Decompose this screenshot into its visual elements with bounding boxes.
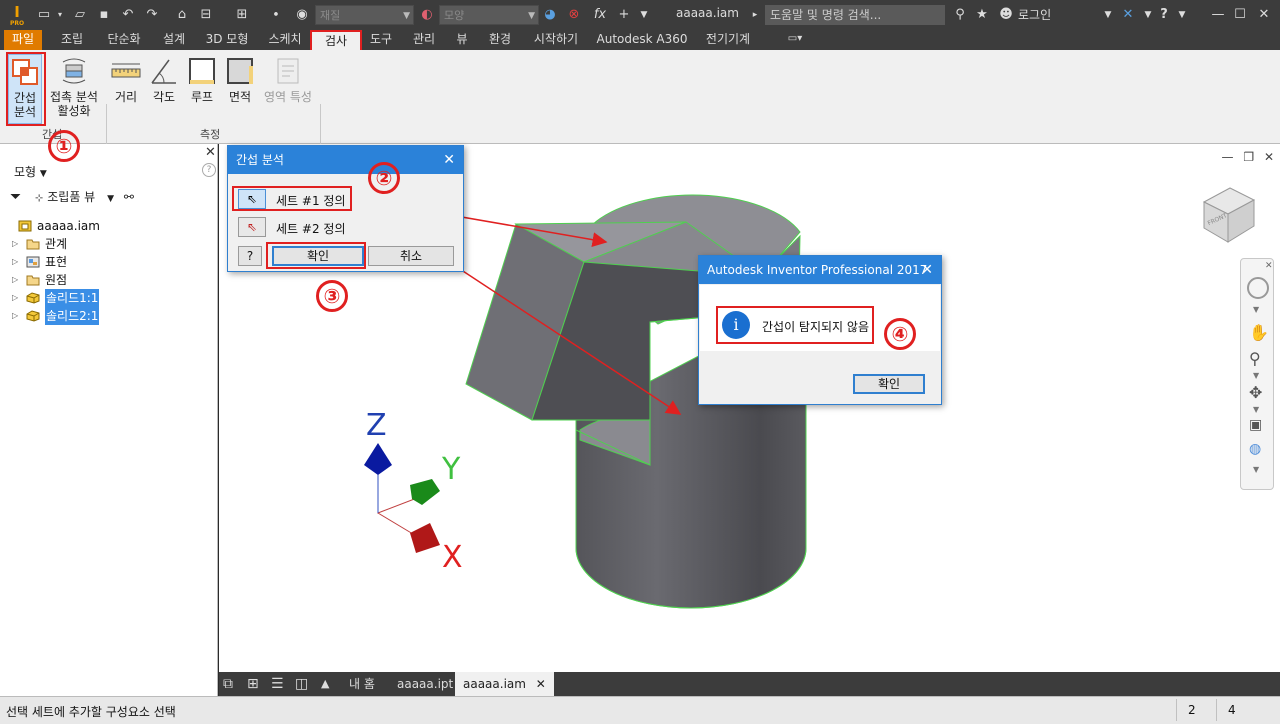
axis-z-label: Z [366, 408, 387, 443]
tile-horizontal-icon[interactable]: ☰ [271, 672, 284, 696]
model-geometry[interactable] [0, 0, 1280, 724]
message-ok-button[interactable]: 확인 [853, 374, 925, 394]
axis-y-label: Y [442, 452, 461, 487]
message-dialog-title: Autodesk Inventor Professional 2017 ✕ [699, 256, 941, 284]
look-at-icon[interactable]: ▣ [1249, 417, 1262, 433]
view-cube[interactable]: FRONT [1196, 182, 1260, 246]
set2-label: 세트 #2 정의 [276, 222, 346, 236]
set2-select-button[interactable]: ⇖ [238, 217, 266, 237]
doc-tab-ipt[interactable]: aaaaa.ipt [397, 672, 453, 696]
orbit-dropdown-icon[interactable]: ▼ [1253, 405, 1259, 414]
status-bar: 선택 세트에 추가할 구성요소 선택 2 4 [0, 696, 1280, 724]
annotation-number-4: ④ [884, 318, 916, 350]
interference-dialog-title: 간섭 분석 ✕ [228, 146, 463, 174]
navigation-bar: ✕ ▼ ✋ ⚲ ▼ ✥ ▼ ▣ ◍ ▼ [1240, 258, 1274, 490]
annotation-box-3 [266, 242, 366, 269]
cascade-icon[interactable]: ⧉ [223, 672, 233, 696]
status-count-1: 2 [1188, 703, 1196, 717]
document-tabs-bar: ⧉ ⊞ ☰ ◫ ▲ 내 홈 aaaaa.ipt aaaaa.iam ✕ [219, 672, 1280, 696]
interference-dialog-close-icon[interactable]: ✕ [443, 146, 455, 174]
annotation-number-3: ③ [316, 280, 348, 312]
status-text: 선택 세트에 추가할 구성요소 선택 [6, 705, 176, 719]
annotation-number-1: ① [48, 130, 80, 162]
zoom-icon[interactable]: ⚲ [1249, 349, 1261, 368]
axis-x-label: X [442, 540, 463, 575]
steering-wheel-dropdown-icon[interactable]: ▼ [1253, 305, 1259, 314]
status-count-2: 4 [1228, 703, 1236, 717]
steering-wheel-icon[interactable] [1247, 277, 1269, 299]
tile-icon[interactable]: ⊞ [247, 672, 259, 696]
orbit-icon[interactable]: ✥ [1249, 383, 1262, 402]
navbar-more-icon[interactable]: ▼ [1253, 465, 1259, 474]
annotation-number-2: ② [368, 162, 400, 194]
tabs-menu-icon[interactable]: ▲ [321, 672, 329, 696]
annotation-box-2 [232, 186, 352, 211]
doc-tab-iam[interactable]: aaaaa.iam ✕ [455, 672, 554, 696]
message-dialog-close-icon[interactable]: ✕ [921, 256, 933, 284]
pan-icon[interactable]: ✋ [1249, 323, 1269, 342]
doc-tab-home[interactable]: 내 홈 [349, 672, 375, 696]
annotation-box-1 [6, 52, 46, 126]
doc-tab-close-icon[interactable]: ✕ [536, 677, 546, 691]
interference-help-button[interactable]: ? [238, 246, 262, 266]
interference-cancel-button[interactable]: 취소 [368, 246, 454, 266]
cursor-arrow-red-icon: ⇖ [246, 220, 258, 234]
appearance-mode-icon[interactable]: ◍ [1249, 441, 1261, 457]
tile-vertical-icon[interactable]: ◫ [295, 672, 308, 696]
annotation-box-4 [716, 306, 874, 344]
navbar-close-icon[interactable]: ✕ [1265, 261, 1273, 271]
zoom-dropdown-icon[interactable]: ▼ [1253, 371, 1259, 380]
